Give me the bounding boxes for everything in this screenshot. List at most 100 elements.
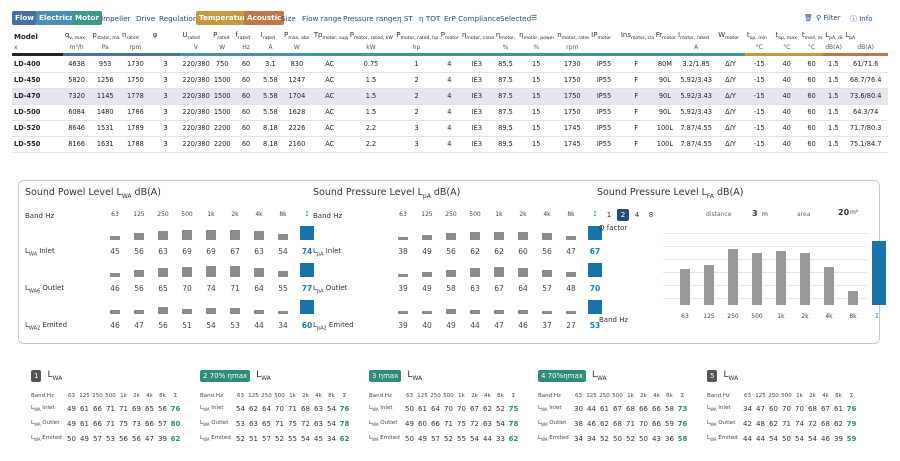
cell: 64.3/74 [843, 104, 888, 121]
tab-link-5[interactable]: ErP Compliance [444, 14, 500, 23]
col-header-14: ηmotor, class [461, 30, 494, 41]
distance-value[interactable]: 3 [752, 209, 758, 218]
card-badge[interactable]: 1 [31, 370, 42, 382]
card-badge[interactable]: 2 70% ηmax [200, 370, 251, 382]
tab-link-6[interactable]: Selected [500, 14, 531, 23]
cell: 60 [799, 88, 824, 105]
area-value[interactable]: 20 [838, 208, 849, 217]
card-band-6: 2k [640, 392, 647, 399]
card-value: 54 [808, 434, 817, 443]
fan-point-card-5: 5 LWA Band Hz 63 125 250 500 1k 2k 4k 8k Σ LWA Inlet… [707, 370, 867, 456]
q-option-4[interactable]: 4 [631, 209, 643, 221]
cell: 3 [150, 88, 181, 105]
card-value: 55 [457, 434, 466, 443]
tab-flow[interactable]: Flow [12, 11, 37, 25]
card-badge[interactable]: 5 [707, 370, 718, 382]
lpa-band-label: Band Hz [313, 212, 343, 220]
card-value: 63 [314, 419, 323, 428]
card-value: 70 [639, 419, 648, 428]
cell: 4 [438, 72, 460, 89]
tab-link-4[interactable]: η TOT [419, 14, 440, 23]
q-option-8[interactable]: 8 [645, 209, 657, 221]
lpa-total-bar-1 [588, 263, 602, 277]
tab-link-2[interactable]: Pressure range [343, 14, 397, 23]
tab-regulation[interactable]: Regulation [159, 14, 197, 23]
table-row[interactable]: LD-550 8166 1631 1788 3 220/380 2200 60 8.18 2160… [12, 136, 888, 153]
card-badge[interactable]: 3 ηmax [369, 370, 402, 382]
cell: 15 [517, 104, 556, 121]
lfa-title: Sound Pressure Level LFA dB(A) [597, 187, 744, 200]
lwa-band-1: 125 [133, 211, 145, 218]
card-value: 61 [418, 404, 427, 413]
tab-impeller[interactable]: Impeller [101, 14, 130, 23]
card-band-6: 2k [302, 392, 309, 399]
cell: IP55 [589, 120, 619, 137]
card-value: 53 [236, 419, 245, 428]
table-row[interactable]: LD-450 5820 1256 1750 3 220/380 1500 60 5.58 1247… [12, 72, 888, 89]
card-row: LWA Outlet 49 61 66 71 75 73 66 57 80 [31, 416, 182, 431]
cell: Δ/Y [716, 120, 745, 137]
card-value: 66 [639, 404, 648, 413]
card-band-4: 500 [612, 392, 623, 399]
q-option-1[interactable]: 1 [603, 209, 615, 221]
cell: LD-400 [12, 56, 63, 73]
cell: 1.5 [347, 88, 395, 105]
col-header-20: Frmotor [655, 30, 676, 41]
card-value: 34 [327, 434, 336, 443]
cell: 2 [394, 104, 439, 121]
unit-21: A [694, 43, 699, 51]
card-value: 61 [80, 419, 89, 428]
card-band-1: 63 [406, 392, 413, 399]
cell: 2200 [211, 120, 234, 137]
cell: F [618, 72, 654, 89]
card-band-7: 4k [653, 392, 660, 399]
lwa-val-0-1: 56 [134, 247, 144, 256]
cell: 60 [799, 120, 824, 137]
tab-drive[interactable]: Drive [136, 14, 155, 23]
table-row[interactable]: LD-500 6084 1480 1786 3 220/380 1500 60 5.58 1628… [12, 104, 888, 121]
cell: 1.5 [347, 104, 395, 121]
lpa-bar-2-6 [542, 311, 552, 314]
lpa-val-0-7: 47 [566, 247, 576, 256]
col-header-21: Imotor, rated [678, 30, 709, 41]
col-header-11: Pmotor, rated, kW [349, 30, 393, 41]
tab-motor[interactable]: Motor [72, 11, 103, 25]
filter-button[interactable]: ⚲ Filter [816, 14, 841, 22]
cell: 90L [653, 72, 676, 89]
tab-link-3[interactable]: η ST [397, 14, 413, 23]
tab-link-0[interactable]: Size [281, 14, 296, 23]
lpa-total-1: 70 [589, 284, 601, 293]
area-label: area [797, 211, 811, 218]
list-icon[interactable]: ☰ [531, 14, 537, 22]
card-band-5: 1k [458, 392, 465, 399]
card-band-2: 125 [417, 392, 428, 399]
cell: 1500 [211, 88, 234, 105]
q-option-2[interactable]: 2 [617, 209, 629, 221]
lpa-bar-0-2 [446, 233, 456, 240]
card-badge[interactable]: 4 70%ηmax [538, 370, 586, 382]
tab-link-1[interactable]: Flow range [302, 14, 342, 23]
lwa-bar-0-0 [110, 236, 120, 240]
unit-8: A [268, 43, 273, 51]
card-value: 66 [93, 419, 102, 428]
card-title: LWA [256, 370, 271, 382]
tab-acoustic[interactable]: Acoustic [244, 11, 285, 25]
lwa-val-2-6: 44 [254, 321, 264, 330]
table-row[interactable]: LD-520 8646 1531 1789 3 220/380 2200 60 8.18 2226… [12, 120, 888, 137]
cell: 3.2/1.85 [676, 56, 717, 73]
cell: -15 [744, 72, 774, 89]
col-header-22: Wmotor [718, 30, 739, 41]
card-band-5: 1k [796, 392, 803, 399]
card-value: 64 [431, 404, 440, 413]
info-button[interactable]: ⓘ Info [850, 14, 872, 24]
table-row[interactable]: LD-470 7320 1145 1778 3 220/380 1500 60 5.58 1704… [12, 88, 888, 105]
lpa-val-2-7: 27 [566, 321, 576, 330]
lwa-bar-2-0 [110, 309, 120, 314]
table-row[interactable]: LD-400 4638 953 1730 3 220/380 750 60 3.1 830 AC 0.… [12, 56, 888, 73]
card-value: 70 [444, 404, 453, 413]
lpa-bar-2-0 [398, 311, 408, 314]
cell: 750 [211, 56, 234, 73]
card-band-0: Band Hz [200, 392, 223, 399]
card-value: 71 [782, 419, 791, 428]
trash-icon[interactable]: 🗑 [804, 14, 813, 22]
